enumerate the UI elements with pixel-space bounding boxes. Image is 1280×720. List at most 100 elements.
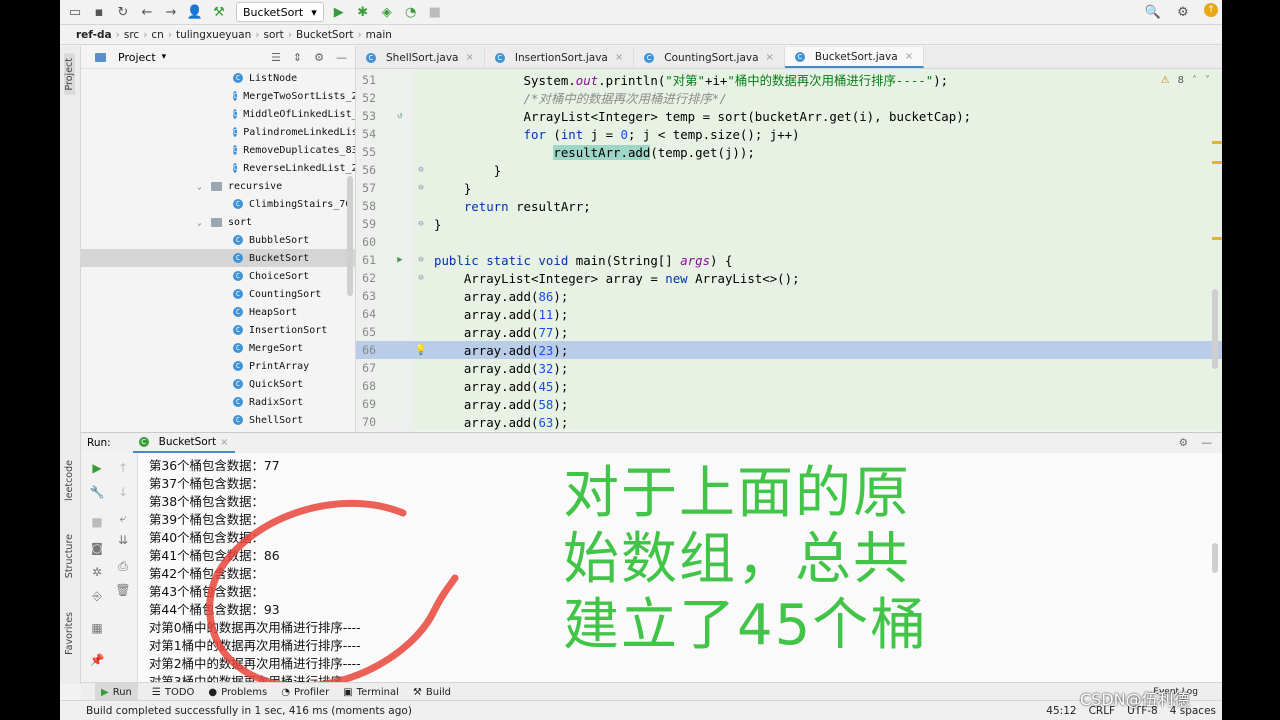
gear-icon[interactable]: ⚙ (314, 51, 324, 64)
run-tab-bucketsort[interactable]: C BucketSort × (132, 433, 235, 453)
tree-item[interactable]: C PrintArray (81, 357, 355, 375)
breadcrumb-item[interactable]: sort (263, 29, 283, 41)
error-stripe-mark[interactable] (1212, 141, 1222, 144)
close-icon[interactable]: × (766, 52, 774, 63)
code-line[interactable]: 70 array.add(63); (356, 413, 1222, 431)
fold-icon[interactable]: ⊖ (412, 273, 430, 283)
tree-item[interactable]: C BubbleSort (81, 231, 355, 249)
tree-item[interactable]: C ChoiceSort (81, 267, 355, 285)
forward-icon[interactable]: → (162, 3, 180, 21)
project-panel-title[interactable]: Project (118, 51, 156, 64)
soft-wrap-icon[interactable]: ⤶ (115, 511, 131, 526)
up-arrow-icon[interactable]: ↑ (115, 461, 131, 475)
bottom-tab-build[interactable]: ⚒ Build (413, 687, 451, 698)
tree-item[interactable]: C PalindromeLinkedList_234 (81, 123, 355, 141)
tree-item[interactable]: C ClimbingStairs_70 (81, 195, 355, 213)
fold-icon[interactable]: ⊖ (412, 165, 430, 175)
expand-all-icon[interactable]: ⇕ (293, 51, 302, 64)
tree-item[interactable]: C RemoveDuplicates_83 (81, 141, 355, 159)
stop-icon[interactable]: ■ (426, 3, 444, 21)
trash-icon[interactable]: 🗑 (115, 583, 131, 597)
breadcrumb-item[interactable]: ref-da (76, 29, 112, 41)
run-icon[interactable]: ▶ (330, 3, 348, 21)
open-icon[interactable]: ▭ (66, 3, 84, 21)
editor-tab[interactable]: C CountingSort.java × (634, 47, 785, 68)
editor-tab[interactable]: C BucketSort.java × (784, 47, 925, 68)
run-gutter-icon[interactable]: ▶ (388, 255, 412, 265)
code-line[interactable]: 56 ⊖ } (356, 161, 1222, 179)
rerun-icon[interactable]: ▶ (89, 461, 105, 475)
code-editor[interactable]: 51 System.out.println("对第"+i+"桶中的数据再次用桶进… (356, 69, 1222, 431)
breadcrumb-item[interactable]: BucketSort (296, 29, 353, 41)
favorites-tool-label[interactable]: Favorites (64, 612, 75, 655)
chevron-down-icon[interactable]: ▾ (162, 52, 167, 62)
code-line[interactable]: 57 ⊖ } (356, 179, 1222, 197)
profile-icon[interactable]: ◔ (402, 3, 420, 21)
tree-item[interactable]: C MiddleOfLinkedList_876 (81, 105, 355, 123)
minimize-icon[interactable]: — (336, 51, 347, 64)
cursor-position[interactable]: 45:12 (1046, 705, 1076, 717)
update-icon[interactable]: ↑ (1204, 3, 1218, 17)
run-console[interactable]: 第36个桶包含数据：77 第37个桶包含数据： 第38个桶包含数据： 第39个桶包含数… (138, 453, 1222, 683)
code-line[interactable]: 58 return resultArr; (356, 197, 1222, 215)
tree-item[interactable]: ⌄ sort (81, 213, 355, 231)
leetcode-tool-label[interactable]: leetcode (64, 460, 75, 501)
code-line[interactable]: 55 resultArr.add(temp.get(j)); (356, 143, 1222, 161)
close-icon[interactable]: × (615, 52, 623, 63)
settings-icon[interactable]: ⚙ (1174, 3, 1192, 21)
chevron-down-icon[interactable]: ⌄ (197, 182, 207, 191)
project-tool-label[interactable]: Project (64, 54, 75, 95)
tree-item[interactable]: C MergeSort (81, 339, 355, 357)
code-line[interactable]: 53 ↺ ArrayList<Integer> temp = sort(bucke… (356, 107, 1222, 125)
search-icon[interactable]: 🔍 (1144, 3, 1162, 21)
breadcrumb-item[interactable]: src (124, 29, 139, 41)
chevron-down-icon[interactable]: ⌄ (197, 218, 207, 227)
exit-icon[interactable]: ✲ (89, 565, 105, 579)
close-icon[interactable]: × (220, 437, 228, 448)
breadcrumb-item[interactable]: main (366, 29, 392, 41)
fold-icon[interactable]: ⊖ (412, 255, 430, 265)
code-line[interactable]: 63 array.add(86); (356, 287, 1222, 305)
gear-icon[interactable]: ⚙ (1179, 437, 1188, 449)
collapse-all-icon[interactable]: ☰ (271, 51, 281, 64)
editor-tab[interactable]: C ShellSort.java × (356, 47, 485, 68)
close-icon[interactable]: × (465, 52, 473, 63)
status-message[interactable]: Build completed successfully in 1 sec, 4… (60, 705, 412, 717)
error-stripe-mark[interactable] (1212, 161, 1222, 164)
login-icon[interactable]: ⎆ (89, 589, 105, 604)
bottom-tab-terminal[interactable]: ▣ Terminal (343, 687, 399, 698)
user-icon[interactable]: 👤 (186, 3, 204, 21)
save-icon[interactable]: ▪ (90, 3, 108, 21)
inspection-widget[interactable]: ⚠ 8 ˄ ˅ (1161, 75, 1210, 86)
bottom-tab-problems[interactable]: ● Problems (208, 687, 267, 698)
tree-item[interactable]: C MergeTwoSortLists_21 (81, 87, 355, 105)
code-line[interactable]: 54 for (int j = 0; j < temp.size(); j++) (356, 125, 1222, 143)
tree-item[interactable]: C CountingSort (81, 285, 355, 303)
code-line[interactable]: 62 ⊖ ArrayList<Integer> array = new Array… (356, 269, 1222, 287)
scroll-to-end-icon[interactable]: ⇊ (115, 533, 131, 547)
code-line[interactable]: 68 array.add(45); (356, 377, 1222, 395)
debug-icon[interactable]: ✱ (354, 3, 372, 21)
code-line[interactable]: 69 array.add(58); (356, 395, 1222, 413)
coverage-icon[interactable]: ◈ (378, 3, 396, 21)
code-line[interactable]: 65 array.add(77); (356, 323, 1222, 341)
error-stripe-mark[interactable] (1212, 237, 1222, 240)
code-line[interactable]: 52 /*对桶中的数据再次用桶进行排序*/ (356, 89, 1222, 107)
code-line[interactable]: 64 array.add(11); (356, 305, 1222, 323)
back-icon[interactable]: ← (138, 3, 156, 21)
chevron-up-icon[interactable]: ˄ (1192, 75, 1197, 86)
tree-item[interactable]: C InsertionSort (81, 321, 355, 339)
code-line[interactable]: 67 array.add(32); (356, 359, 1222, 377)
tree-item[interactable]: C BucketSort (81, 249, 355, 267)
bottom-tab-run[interactable]: ▶ Run (95, 683, 138, 701)
recursion-icon[interactable]: ↺ (388, 111, 412, 121)
code-line[interactable]: 60 (356, 233, 1222, 251)
down-arrow-icon[interactable]: ↓ (115, 485, 131, 499)
code-line[interactable]: 66 💡 array.add(23); (356, 341, 1222, 359)
editor-scrollbar[interactable] (1212, 289, 1218, 369)
minimize-icon[interactable]: — (1202, 437, 1213, 449)
tree-item[interactable]: C ListNode (81, 69, 355, 87)
chevron-down-icon[interactable]: ˅ (1205, 75, 1210, 86)
bottom-tab-todo[interactable]: ☰ TODO (152, 687, 195, 698)
code-line[interactable]: 59 ⊖} (356, 215, 1222, 233)
